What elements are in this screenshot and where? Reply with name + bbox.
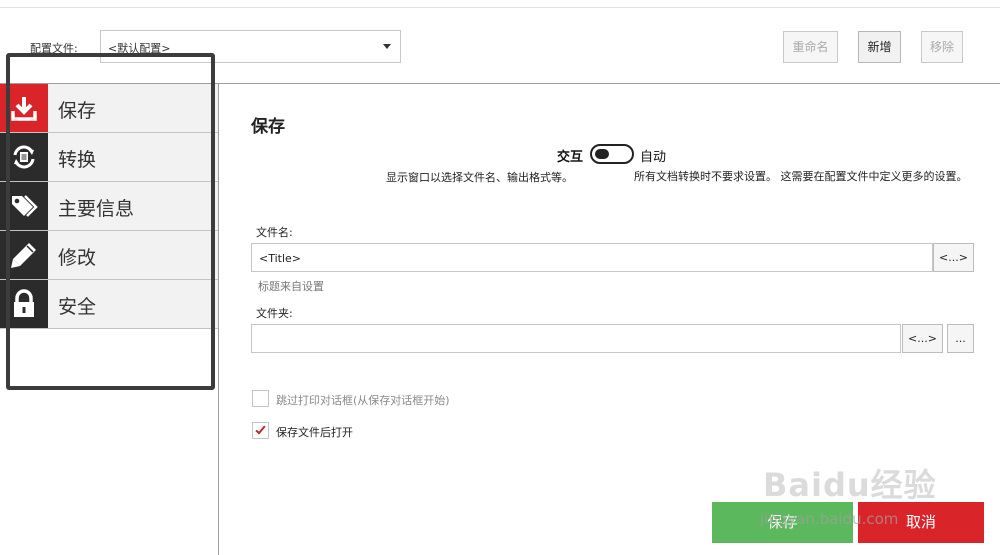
lock-icon bbox=[0, 280, 48, 328]
sidebar-item-convert[interactable]: 转换 bbox=[0, 133, 218, 182]
top-divider bbox=[0, 7, 1000, 8]
filename-token-button[interactable]: <...> bbox=[933, 243, 974, 272]
sidebar-item-save[interactable]: 保存 bbox=[0, 84, 218, 133]
folder-input[interactable] bbox=[251, 324, 901, 353]
profile-label: 配置文件: bbox=[30, 42, 78, 55]
pencil-icon bbox=[0, 231, 48, 279]
mode-interactive-label: 交互 bbox=[557, 150, 584, 165]
sidebar-item-label: 保存 bbox=[58, 100, 97, 122]
watermark-url: jingyan.baidu.com bbox=[760, 510, 899, 528]
filename-label: 文件名: bbox=[256, 226, 293, 239]
folder-label: 文件夹: bbox=[256, 307, 293, 320]
sidebar-item-label: 转换 bbox=[58, 149, 97, 171]
profile-select-value: <默认配置> bbox=[108, 42, 171, 55]
watermark-logo: Baidu经验 bbox=[763, 466, 937, 504]
sidebar-item-modify[interactable]: 修改 bbox=[0, 231, 218, 280]
open-after-save-checkbox[interactable] bbox=[252, 422, 269, 439]
browse-folder-button[interactable]: ... bbox=[947, 324, 974, 353]
sidebar-item-label: 修改 bbox=[58, 247, 97, 269]
sidebar-item-security[interactable]: 安全 bbox=[0, 280, 218, 329]
sidebar-item-main-info[interactable]: 主要信息 bbox=[0, 182, 218, 231]
add-profile-button[interactable]: 新增 bbox=[858, 31, 901, 63]
sidebar-item-label: 安全 bbox=[58, 296, 97, 318]
profile-select[interactable]: <默认配置> bbox=[100, 30, 401, 63]
skip-print-dialog-checkbox[interactable] bbox=[252, 390, 269, 407]
tags-icon bbox=[0, 182, 48, 230]
filename-hint: 标题来自设置 bbox=[258, 280, 324, 293]
toggle-knob bbox=[595, 149, 609, 159]
interactive-description: 显示窗口以选择文件名、输出格式等。 bbox=[386, 171, 573, 184]
sidebar-divider bbox=[218, 84, 219, 555]
chevron-down-icon bbox=[383, 44, 391, 49]
filename-value: <Title> bbox=[259, 252, 302, 265]
mode-toggle[interactable] bbox=[590, 144, 634, 164]
convert-icon bbox=[0, 133, 48, 181]
auto-description: 所有文档转换时不要求设置。 这需要在配置文件中定义更多的设置。 bbox=[634, 170, 968, 183]
sidebar: 保存 转换 主要信息 修改 安全 bbox=[0, 84, 218, 555]
remove-profile-button[interactable]: 移除 bbox=[921, 31, 963, 63]
page-title: 保存 bbox=[251, 117, 285, 137]
rename-button[interactable]: 重命名 bbox=[783, 31, 838, 63]
skip-print-dialog-label: 跳过打印对话框(从保存对话框开始) bbox=[276, 394, 450, 407]
folder-token-button[interactable]: <...> bbox=[902, 324, 943, 353]
open-after-save-label: 保存文件后打开 bbox=[276, 426, 353, 439]
filename-input[interactable]: <Title> bbox=[251, 243, 933, 272]
sidebar-item-label: 主要信息 bbox=[58, 198, 135, 220]
mode-auto-label: 自动 bbox=[640, 150, 667, 165]
download-icon bbox=[0, 84, 48, 132]
sidebar-empty-area bbox=[0, 329, 218, 555]
checkmark-icon bbox=[255, 423, 266, 435]
